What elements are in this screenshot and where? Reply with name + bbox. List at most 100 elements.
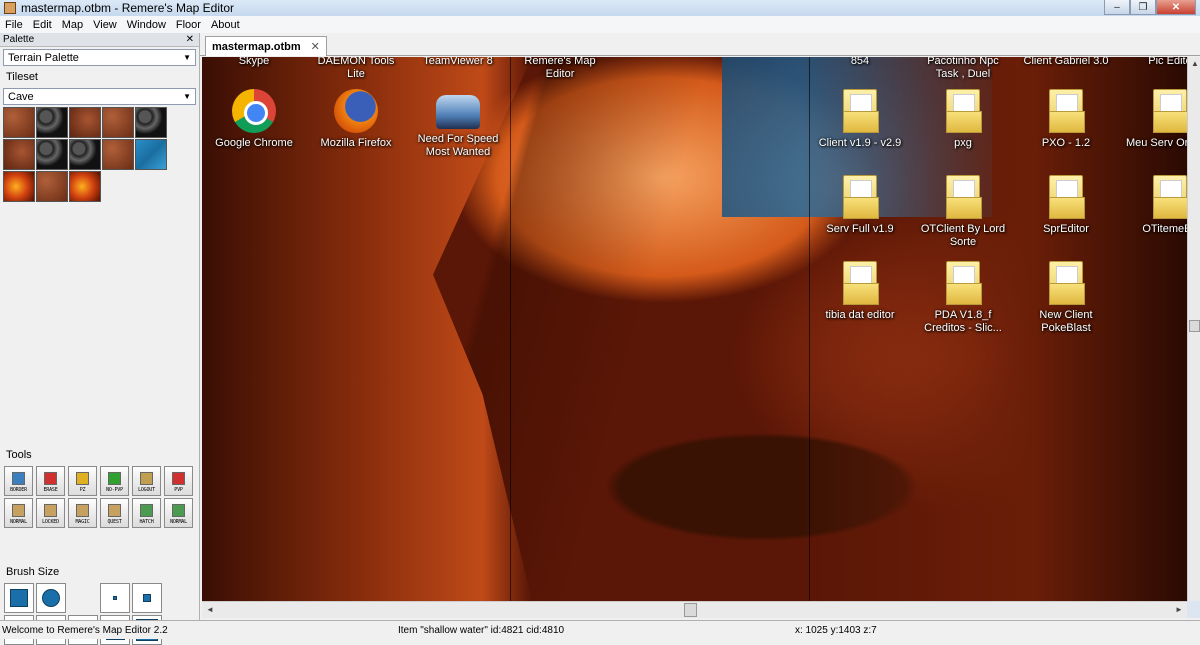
desktop-folder[interactable]: SprEditor bbox=[1018, 175, 1114, 236]
status-item: Item "shallow water" id:4821 cid:4810 bbox=[398, 625, 565, 636]
tool-magic-icon bbox=[76, 504, 89, 517]
vertical-scroll-thumb[interactable] bbox=[1189, 320, 1200, 332]
folder-icon bbox=[1049, 89, 1085, 133]
brush-size-2-button[interactable] bbox=[132, 583, 162, 613]
menu-map[interactable]: Map bbox=[57, 19, 88, 31]
desktop-icon-chrome[interactable]: Google Chrome bbox=[206, 89, 302, 150]
minimize-button[interactable]: – bbox=[1104, 0, 1130, 15]
tool-erase-button[interactable]: ERASE bbox=[36, 466, 65, 496]
tool-border-button[interactable]: BORDER bbox=[4, 466, 33, 496]
tool-no-pvp-icon bbox=[108, 472, 121, 485]
menu-window[interactable]: Window bbox=[122, 19, 171, 31]
maximize-button[interactable]: ❐ bbox=[1130, 0, 1156, 15]
tab-close-icon[interactable]: ✕ bbox=[311, 40, 320, 53]
folder-icon bbox=[843, 261, 879, 305]
tileset-grid bbox=[3, 107, 196, 202]
tile-rock2[interactable] bbox=[3, 139, 35, 170]
palette-type-select[interactable]: Terrain Palette ▼ bbox=[3, 49, 196, 66]
tool-erase-icon bbox=[44, 472, 57, 485]
tool-normal-button[interactable]: NORMAL bbox=[164, 498, 193, 528]
folder-icon bbox=[946, 261, 982, 305]
desktop-folder[interactable]: OTitemeEd bbox=[1122, 175, 1187, 236]
desktop-label-daemon[interactable]: DAEMON Tools Lite bbox=[308, 57, 404, 81]
desktop-label-pic-editor[interactable]: Pic Edito bbox=[1122, 57, 1187, 68]
tool-quest-icon bbox=[108, 504, 121, 517]
tile-dark[interactable] bbox=[69, 139, 101, 170]
desktop-label-remeres[interactable]: Remere's Map Editor bbox=[512, 57, 608, 81]
vertical-scrollbar[interactable]: ▲ bbox=[1187, 57, 1200, 601]
desktop-folder[interactable]: tibia dat editor bbox=[812, 261, 908, 322]
tab-mastermap[interactable]: mastermap.otbm ✕ bbox=[205, 36, 327, 56]
desktop-folder[interactable]: Meu Serv Original bbox=[1122, 89, 1187, 150]
tool-label: NORMAL bbox=[170, 519, 187, 525]
tool-pz-button[interactable]: PZ bbox=[68, 466, 97, 496]
desktop-label-teamviewer[interactable]: TeamViewer 8 bbox=[410, 57, 506, 68]
tool-label: QUEST bbox=[107, 519, 122, 525]
tile-lava[interactable] bbox=[3, 171, 35, 202]
tile-dark[interactable] bbox=[36, 107, 68, 138]
menu-bar: File Edit Map View Window Floor About bbox=[0, 16, 1200, 33]
desktop-label-client-gabriel[interactable]: Client Gabriel 3.0 bbox=[1018, 57, 1114, 68]
palette-title: Palette bbox=[3, 34, 35, 45]
folder-icon bbox=[946, 175, 982, 219]
horizontal-scroll-thumb[interactable] bbox=[684, 603, 697, 617]
desktop-folder[interactable]: New Client PokeBlast bbox=[1018, 261, 1114, 335]
desktop-label-skype[interactable]: Skype bbox=[206, 57, 302, 68]
map-canvas[interactable]: Skype DAEMON Tools Lite TeamViewer 8 Rem… bbox=[202, 57, 1187, 601]
square-brush-icon bbox=[10, 589, 28, 607]
horizontal-scrollbar[interactable]: ◄ ► bbox=[202, 601, 1187, 618]
scroll-left-icon[interactable]: ◄ bbox=[206, 605, 214, 614]
brush-circle-button[interactable] bbox=[36, 583, 66, 613]
tool-magic-button[interactable]: MAGIC bbox=[68, 498, 97, 528]
desktop-folder[interactable]: PXO - 1.2 bbox=[1018, 89, 1114, 150]
palette-type-value: Terrain Palette bbox=[8, 51, 79, 64]
tool-pvp-button[interactable]: PVP bbox=[164, 466, 193, 496]
menu-view[interactable]: View bbox=[88, 19, 122, 31]
window-title: mastermap.otbm - Remere's Map Editor bbox=[21, 1, 235, 15]
tile-water[interactable] bbox=[135, 139, 167, 170]
tile-rock2[interactable] bbox=[69, 107, 101, 138]
scroll-up-icon[interactable]: ▲ bbox=[1191, 59, 1199, 68]
menu-floor[interactable]: Floor bbox=[171, 19, 206, 31]
tile-dark[interactable] bbox=[36, 139, 68, 170]
tool-quest-button[interactable]: QUEST bbox=[100, 498, 129, 528]
tool-hatch-button[interactable]: HATCH bbox=[132, 498, 161, 528]
tile-rock[interactable] bbox=[36, 171, 68, 202]
tool-logout-button[interactable]: LOGOUT bbox=[132, 466, 161, 496]
grid-line bbox=[510, 57, 511, 601]
desktop-icon-nfs[interactable]: Need For Speed Most Wanted bbox=[410, 89, 506, 159]
palette-close-icon[interactable]: ✕ bbox=[186, 34, 194, 45]
tool-no-pvp-button[interactable]: NO-PVP bbox=[100, 466, 129, 496]
tool-label: NORMAL bbox=[10, 519, 27, 525]
desktop-icon-firefox[interactable]: Mozilla Firefox bbox=[308, 89, 404, 150]
tile-rock[interactable] bbox=[102, 139, 134, 170]
tool-normal-button[interactable]: NORMAL bbox=[4, 498, 33, 528]
menu-about[interactable]: About bbox=[206, 19, 245, 31]
tile-rock[interactable] bbox=[3, 107, 35, 138]
tileset-label: Tileset bbox=[6, 71, 38, 83]
tools-label: Tools bbox=[6, 449, 32, 461]
close-button[interactable]: ✕ bbox=[1156, 0, 1196, 15]
desktop-folder[interactable]: pxg bbox=[915, 89, 1011, 150]
status-welcome: Welcome to Remere's Map Editor 2.2 bbox=[2, 625, 168, 636]
brush-size-1-button[interactable] bbox=[100, 583, 130, 613]
tool-label: PZ bbox=[79, 487, 86, 493]
desktop-folder[interactable]: OTClient By Lord Sorte bbox=[915, 175, 1011, 249]
tileset-select[interactable]: Cave ▼ bbox=[3, 88, 196, 105]
desktop-label-854[interactable]: 854 bbox=[812, 57, 908, 68]
brush-square-button[interactable] bbox=[4, 583, 34, 613]
desktop-folder[interactable]: PDA V1.8_f Creditos - Slic... bbox=[915, 261, 1011, 335]
scroll-right-icon[interactable]: ► bbox=[1175, 605, 1183, 614]
tile-lava[interactable] bbox=[69, 171, 101, 202]
desktop-label-pacotinho[interactable]: Pacotinho Npc Task , Duel bbox=[915, 57, 1011, 81]
size-1-icon bbox=[113, 596, 117, 600]
menu-edit[interactable]: Edit bbox=[28, 19, 57, 31]
app-icon bbox=[4, 2, 16, 14]
tile-dark[interactable] bbox=[135, 107, 167, 138]
desktop-folder[interactable]: Client v1.9 - v2.9 bbox=[812, 89, 908, 150]
tool-label: LOGOUT bbox=[138, 487, 155, 493]
tile-rock[interactable] bbox=[102, 107, 134, 138]
menu-file[interactable]: File bbox=[0, 19, 28, 31]
desktop-folder[interactable]: Serv Full v1.9 bbox=[812, 175, 908, 236]
tool-locked-button[interactable]: LOCKED bbox=[36, 498, 65, 528]
